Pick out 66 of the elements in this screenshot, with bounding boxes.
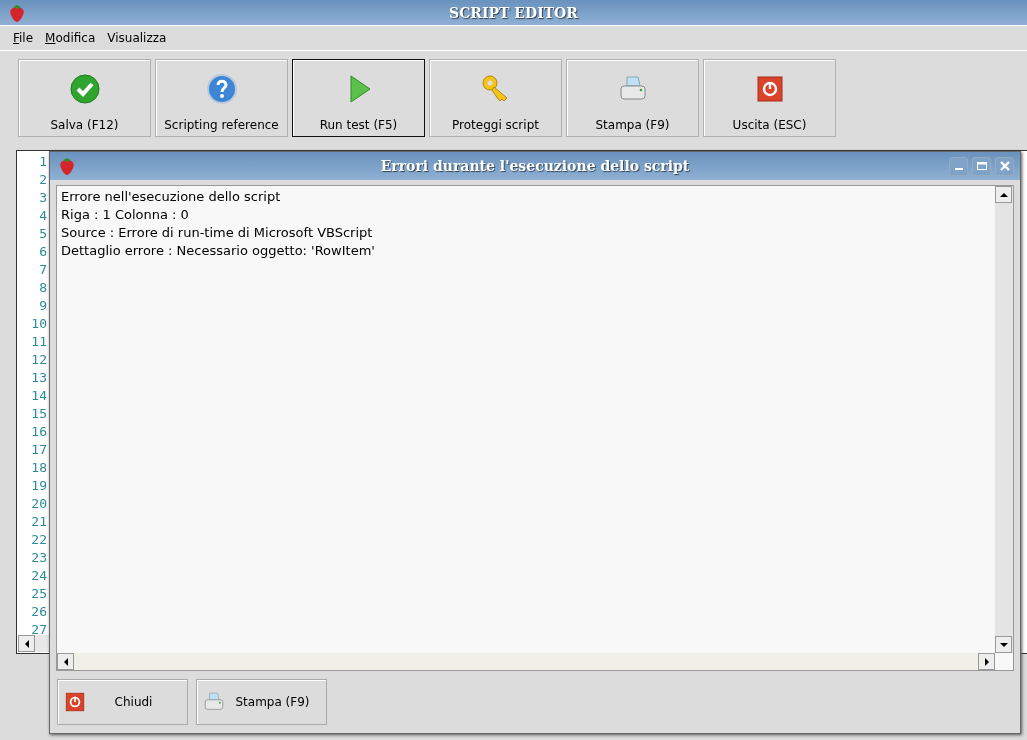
- toolbar-button[interactable]: Scripting reference: [155, 59, 288, 137]
- close-icon: [998, 160, 1011, 172]
- toolbar-button[interactable]: Proteggi script: [429, 59, 562, 137]
- close-button[interactable]: [995, 156, 1014, 176]
- line-number: 5: [39, 225, 47, 243]
- line-number: 3: [39, 189, 47, 207]
- maximize-button[interactable]: [972, 156, 991, 176]
- power-icon: [754, 74, 785, 104]
- line-number: 10: [31, 315, 47, 333]
- toolbar-button[interactable]: Run test (F5): [292, 59, 425, 137]
- line-number: 12: [31, 351, 47, 369]
- strawberry-icon: [7, 2, 27, 23]
- line-number: 27: [31, 621, 47, 639]
- line-number: 19: [31, 477, 47, 495]
- line-number: 1: [39, 153, 47, 171]
- line-number: 8: [39, 279, 47, 297]
- minimize-button[interactable]: [949, 156, 968, 176]
- line-number: 26: [31, 603, 47, 621]
- scroll-left-button[interactable]: [18, 635, 35, 652]
- down-arrow-icon: [999, 640, 1008, 649]
- line-number: 21: [31, 513, 47, 531]
- window-title: SCRIPT EDITOR: [448, 4, 579, 21]
- line-number: 6: [39, 243, 47, 261]
- toolbar-button[interactable]: Uscita (ESC): [703, 59, 836, 137]
- up-arrow-icon: [999, 190, 1008, 199]
- scroll-up-button[interactable]: [995, 186, 1012, 203]
- scroll-left-button[interactable]: [57, 653, 74, 670]
- line-number: 7: [39, 261, 47, 279]
- menu-item[interactable]: File: [7, 31, 40, 45]
- dialog-button[interactable]: Chiudi: [57, 679, 188, 725]
- dialog-button[interactable]: Stampa (F9): [196, 679, 327, 725]
- error-line: Source : Errore di run-time di Microsoft VBScript: [61, 224, 373, 242]
- error-text-area[interactable]: Errore nell'esecuzione dello script Riga : 1 Colonna : 0 Source : Errore di run-time di Microsoft VBScript Dettaglio errore : Necessario oggetto: 'RowItem': [56, 185, 1014, 671]
- check-icon: [69, 74, 100, 104]
- toolbar-button[interactable]: Stampa (F9): [566, 59, 699, 137]
- printer-icon: [203, 691, 225, 713]
- right-arrow-icon: [982, 657, 991, 666]
- power-icon: [64, 691, 86, 713]
- error-line: Errore nell'esecuzione dello script: [61, 188, 281, 206]
- line-number: 25: [31, 585, 47, 603]
- line-number: 22: [31, 531, 47, 549]
- line-number: 9: [39, 297, 47, 315]
- line-number: 23: [31, 549, 47, 567]
- menu-item[interactable]: Visualizza: [101, 31, 173, 45]
- line-number: 24: [31, 567, 47, 585]
- line-number: 18: [31, 459, 47, 477]
- line-number: 15: [31, 405, 47, 423]
- help-icon: [206, 74, 237, 104]
- error-line: Dettaglio errore : Necessario oggetto: 'RowItem': [61, 242, 375, 260]
- line-number: 16: [31, 423, 47, 441]
- line-number: 17: [31, 441, 47, 459]
- strawberry-icon: [57, 156, 77, 176]
- line-number: 13: [31, 369, 47, 387]
- line-number: 14: [31, 387, 47, 405]
- line-number: 2: [39, 171, 47, 189]
- scroll-right-button[interactable]: [978, 653, 995, 670]
- line-number: 4: [39, 207, 47, 225]
- line-number: 11: [31, 333, 47, 351]
- maximize-icon: [975, 160, 988, 172]
- scroll-down-button[interactable]: [995, 636, 1012, 653]
- line-number: 20: [31, 495, 47, 513]
- toolbar-button[interactable]: Salva (F12): [18, 59, 151, 137]
- dialog-title: Errori durante l'esecuzione dello script: [379, 158, 691, 174]
- error-line: Riga : 1 Colonna : 0: [61, 206, 189, 224]
- minimize-icon: [954, 168, 963, 170]
- menu-item[interactable]: Modifica: [39, 31, 102, 45]
